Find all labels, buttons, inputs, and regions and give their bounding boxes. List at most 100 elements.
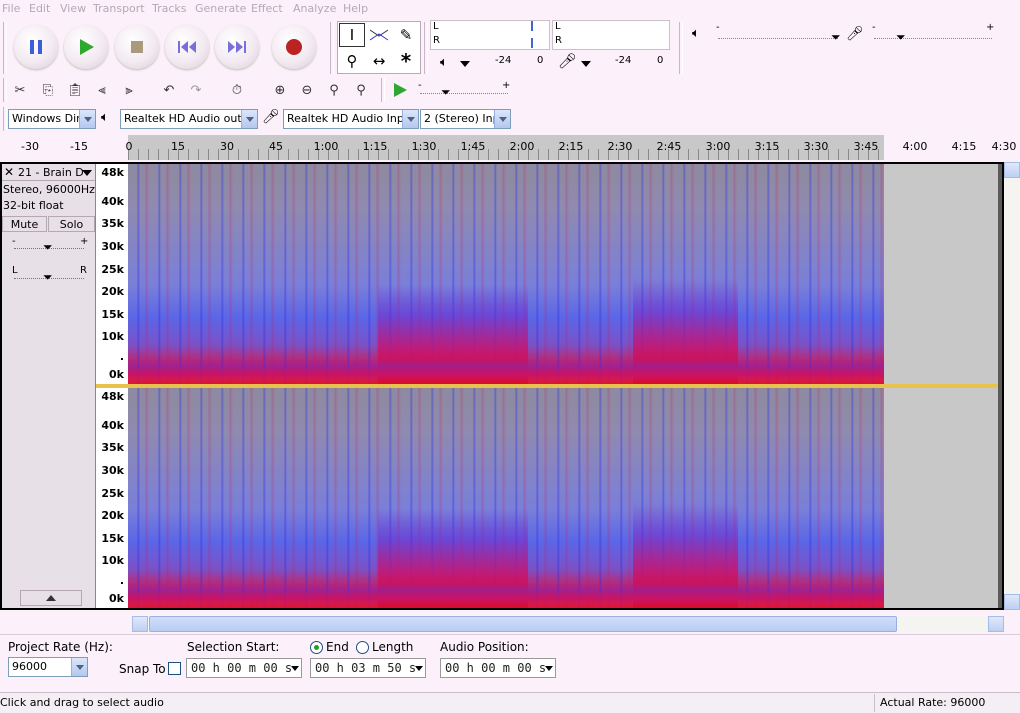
scroll-left-button[interactable]	[132, 616, 148, 632]
paste-icon: 📋︎	[66, 82, 84, 98]
mixer-grip[interactable]	[679, 22, 683, 74]
envelope-tool[interactable]	[366, 23, 392, 47]
zoom-in-button[interactable]: ⊕	[268, 79, 292, 101]
menu-file[interactable]: File	[2, 2, 20, 15]
copy-button[interactable]: ⎘	[36, 79, 60, 101]
copy-icon: ⎘	[42, 82, 54, 98]
output-volume-slider[interactable]	[718, 38, 838, 39]
empty-track-region[interactable]	[884, 164, 998, 384]
chevron-down-icon[interactable]	[79, 110, 95, 128]
collapse-track-button[interactable]	[20, 590, 82, 606]
edit-grip[interactable]	[3, 78, 7, 102]
play-speed-slider[interactable]	[420, 93, 508, 94]
slider-thumb[interactable]: ⏷	[896, 30, 906, 45]
chevron-down-icon[interactable]	[494, 110, 510, 128]
track-bit-depth: 32-bit float	[3, 199, 64, 212]
skip-to-end-button[interactable]	[215, 25, 259, 69]
chevron-down-icon[interactable]	[241, 110, 257, 128]
menu-view[interactable]: View	[60, 2, 86, 15]
playback-meter[interactable]: L R	[430, 20, 550, 50]
device-grip[interactable]	[3, 107, 7, 131]
track-name[interactable]: 21 - Brain D	[18, 166, 84, 179]
play-speed-grip[interactable]	[381, 78, 385, 102]
meter-peak	[531, 21, 533, 31]
selection-start-field[interactable]: 00 h 00 m 00 s	[186, 658, 302, 678]
input-volume-slider[interactable]	[874, 38, 992, 39]
fit-selection-button[interactable]: ⚲	[322, 79, 346, 101]
chevron-down-icon[interactable]	[71, 658, 87, 676]
menu-effect[interactable]: Effect	[251, 2, 283, 15]
record-button[interactable]	[272, 25, 316, 69]
snap-to-checkbox[interactable]	[168, 662, 181, 675]
input-channels-select[interactable]: 2 (Stereo) Inp	[420, 109, 511, 129]
output-device-select[interactable]: Realtek HD Audio outpu	[120, 109, 258, 129]
menu-transport[interactable]: Transport	[93, 2, 145, 15]
spectrogram-right-channel[interactable]	[128, 388, 884, 608]
track-title-bar[interactable]: ✕ 21 - Brain D	[2, 164, 95, 181]
chevron-down-icon[interactable]	[581, 61, 591, 67]
slider-thumb[interactable]: ⏷	[43, 270, 53, 285]
chevron-down-icon[interactable]	[291, 666, 299, 671]
project-rate-select[interactable]: 96000	[8, 657, 88, 677]
audio-host-select[interactable]: Windows Dire	[8, 109, 96, 129]
freq-label: 40k	[101, 419, 124, 432]
stop-button[interactable]	[115, 25, 159, 69]
menu-edit[interactable]: Edit	[29, 2, 50, 15]
vertical-scrollbar[interactable]	[1004, 162, 1020, 610]
cut-button[interactable]: ✂	[8, 79, 32, 101]
scroll-up-button[interactable]	[1004, 162, 1020, 178]
close-icon[interactable]: ✕	[4, 165, 14, 179]
timeline-ruler[interactable]: -30 -15 0 15 30 45 1:00 1:15 1:30 1:45 2…	[0, 135, 1020, 160]
tools-toolbar: I ✎ ⚲ ↔ *	[337, 21, 421, 74]
skip-start-icon	[178, 41, 196, 53]
scroll-thumb[interactable]	[149, 616, 897, 632]
gain-min: -	[12, 236, 16, 247]
toolbar-grip[interactable]	[3, 22, 7, 74]
menu-tracks[interactable]: Tracks	[152, 2, 187, 15]
selection-end-field[interactable]: 00 h 03 m 50 s	[310, 658, 426, 678]
paste-button[interactable]: 📋︎	[63, 79, 87, 101]
pause-button[interactable]	[14, 25, 58, 69]
slider-thumb[interactable]: ⏷	[831, 30, 841, 45]
chevron-down-icon[interactable]	[402, 110, 418, 128]
slider-thumb[interactable]: ⏷	[43, 240, 53, 255]
chevron-down-icon[interactable]	[545, 666, 553, 671]
sync-lock-button[interactable]: ⏱	[225, 79, 249, 101]
redo-button[interactable]: ↷	[184, 79, 208, 101]
play-button[interactable]	[64, 25, 108, 69]
undo-button[interactable]: ↶	[157, 79, 181, 101]
scroll-right-button[interactable]	[988, 616, 1004, 632]
selection-tool[interactable]: I	[339, 23, 365, 47]
play-at-speed-button[interactable]	[388, 79, 412, 101]
chevron-down-icon[interactable]	[460, 61, 470, 67]
draw-tool[interactable]: ✎	[393, 23, 419, 47]
solo-button[interactable]: Solo	[48, 216, 95, 232]
menu-help[interactable]: Help	[343, 2, 368, 15]
fit-project-icon: ⚲	[356, 82, 366, 98]
multi-tool[interactable]: *	[393, 49, 419, 73]
menu-analyze[interactable]: Analyze	[293, 2, 336, 15]
trim-button[interactable]: ⫷	[90, 79, 114, 101]
mute-button[interactable]: Mute	[2, 216, 47, 232]
horizontal-scrollbar[interactable]	[132, 616, 1004, 632]
chevron-down-icon[interactable]	[82, 170, 92, 176]
end-radio[interactable]	[310, 641, 323, 654]
tools-grip[interactable]	[330, 22, 334, 74]
input-device-select[interactable]: Realtek HD Audio Input	[283, 109, 419, 129]
scroll-down-button[interactable]	[1004, 594, 1020, 610]
meter-grip[interactable]	[424, 22, 428, 74]
zoom-tool[interactable]: ⚲	[339, 49, 365, 73]
empty-track-region[interactable]	[884, 388, 998, 608]
chevron-down-icon[interactable]	[415, 666, 423, 671]
record-meter[interactable]: L R	[552, 20, 670, 50]
zoom-out-button[interactable]: ⊖	[295, 79, 319, 101]
slider-thumb[interactable]: ⏷	[441, 85, 451, 100]
menu-generate[interactable]: Generate	[195, 2, 246, 15]
spectrogram-left-channel[interactable]	[128, 164, 884, 384]
time-shift-tool[interactable]: ↔	[366, 49, 392, 73]
fit-project-button[interactable]: ⚲	[349, 79, 373, 101]
silence-button[interactable]: ⫸	[117, 79, 141, 101]
length-radio[interactable]	[356, 641, 369, 654]
skip-to-start-button[interactable]	[165, 25, 209, 69]
audio-position-field[interactable]: 00 h 00 m 00 s	[440, 658, 556, 678]
